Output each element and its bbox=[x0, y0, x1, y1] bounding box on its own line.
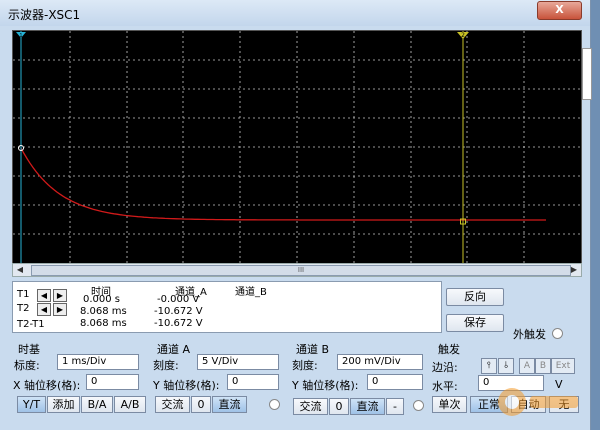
channel-b-scale-label: 刻度: bbox=[292, 359, 318, 372]
trigger-title: 触发 bbox=[438, 343, 460, 356]
channel-b-scale-field[interactable]: 200 mV/Div bbox=[337, 354, 423, 370]
channel-b-zero-button[interactable]: 0 bbox=[329, 398, 349, 415]
external-trigger-label: 外触发 bbox=[513, 328, 546, 341]
timebase-scale-field[interactable]: 1 ms/Div bbox=[57, 354, 139, 370]
t2-cursor-arrows: ◀ ▶ bbox=[37, 303, 67, 316]
scope-svg: 1 2 bbox=[13, 31, 581, 263]
scope-display: 1 2 bbox=[12, 30, 582, 264]
timebase-xpos-label: X 轴位移(格): bbox=[13, 379, 81, 392]
t2-time-value: 8.068 ms bbox=[80, 306, 127, 317]
t2-t1-ch-a-value: -10.672 V bbox=[154, 318, 203, 329]
channel-a-trace bbox=[20, 147, 546, 221]
channel-b-radio[interactable] bbox=[413, 400, 424, 411]
t1-left-arrow-icon[interactable]: ◀ bbox=[37, 289, 51, 302]
header-channel-b: 通道_B bbox=[235, 287, 267, 298]
ab-mode-button[interactable]: A/B bbox=[114, 396, 146, 413]
timebase-xpos-field[interactable]: 0 bbox=[86, 374, 139, 390]
trigger-source-a[interactable]: A bbox=[519, 358, 535, 374]
cursor-1-label: 1 bbox=[19, 33, 22, 39]
horizontal-scrollbar[interactable]: ◀ III ▶ bbox=[12, 263, 582, 277]
channel-a-zero-button[interactable]: 0 bbox=[191, 396, 211, 413]
trigger-level-label: 水平: bbox=[432, 380, 458, 393]
cursor-2-label: 2 bbox=[461, 32, 465, 39]
measurement-panel: 时间 通道_A 通道_B T1 ◀ ▶ 0.000 s -0.000 V T2 … bbox=[12, 281, 442, 333]
channel-a-scale-label: 刻度: bbox=[153, 359, 179, 372]
t2-ch-a-value: -10.672 V bbox=[154, 306, 203, 317]
save-button[interactable]: 保存 bbox=[446, 314, 504, 332]
t1-ch-a-value: -0.000 V bbox=[157, 294, 200, 305]
channel-b-title: 通道 B bbox=[296, 343, 330, 356]
channel-a-ypos-field[interactable]: 0 bbox=[227, 374, 279, 390]
close-button[interactable]: X bbox=[537, 1, 582, 20]
scroll-left-icon[interactable]: ◀ bbox=[14, 264, 26, 276]
channel-a-radio[interactable] bbox=[269, 399, 280, 410]
scroll-thumb[interactable]: III bbox=[31, 265, 571, 276]
yt-mode-button[interactable]: Y/T bbox=[17, 396, 46, 413]
side-panel-fragment bbox=[582, 48, 592, 100]
watermark-logo-icon bbox=[498, 388, 578, 416]
t1-time-value: 0.000 s bbox=[83, 294, 121, 305]
add-mode-button[interactable]: 添加 bbox=[47, 396, 80, 413]
timebase-title: 时基 bbox=[18, 343, 40, 356]
t1-cursor-arrows: ◀ ▶ bbox=[37, 289, 67, 302]
channel-a-ac-button[interactable]: 交流 bbox=[155, 396, 190, 413]
oscilloscope-window: 示波器-XSC1 X 1 2 ◀ III ▶ 时间 通道_A 通道_B T1 ◀… bbox=[0, 0, 592, 430]
ba-mode-button[interactable]: B/A bbox=[81, 396, 113, 413]
channel-a-title: 通道 A bbox=[157, 343, 191, 356]
falling-edge-icon[interactable]: ⫰ bbox=[498, 358, 514, 374]
channel-a-dc-button[interactable]: 直流 bbox=[212, 396, 247, 413]
channel-b-ac-button[interactable]: 交流 bbox=[293, 398, 328, 415]
scope-grid bbox=[13, 31, 581, 263]
single-mode-button[interactable]: 单次 bbox=[432, 396, 467, 413]
channel-b-dc-button[interactable]: 直流 bbox=[350, 398, 385, 415]
title-bar: 示波器-XSC1 X bbox=[0, 0, 590, 26]
rising-edge-icon[interactable]: ⫯ bbox=[481, 358, 497, 374]
t2-left-arrow-icon[interactable]: ◀ bbox=[37, 303, 51, 316]
window-title: 示波器-XSC1 bbox=[8, 8, 81, 22]
scroll-right-icon[interactable]: ▶ bbox=[568, 264, 580, 276]
trigger-source-b[interactable]: B bbox=[535, 358, 551, 374]
trigger-edge-label: 边沿: bbox=[432, 361, 458, 374]
timebase-scale-label: 标度: bbox=[14, 359, 40, 372]
t2-t1-time-value: 8.068 ms bbox=[80, 318, 127, 329]
channel-a-scale-field[interactable]: 5 V/Div bbox=[197, 354, 279, 370]
t2-right-arrow-icon[interactable]: ▶ bbox=[53, 303, 67, 316]
t1-right-arrow-icon[interactable]: ▶ bbox=[53, 289, 67, 302]
trigger-source-ext[interactable]: Ext bbox=[551, 358, 575, 374]
row-t2-label: T2 bbox=[17, 303, 30, 314]
channel-b-invert-button[interactable]: - bbox=[386, 398, 404, 415]
channel-b-ypos-field[interactable]: 0 bbox=[367, 374, 423, 390]
row-t2-t1-label: T2-T1 bbox=[17, 319, 45, 330]
channel-b-ypos-label: Y 轴位移(格): bbox=[292, 379, 359, 392]
cursor-1-marker[interactable]: 1 bbox=[16, 32, 26, 39]
channel-a-ypos-label: Y 轴位移(格): bbox=[153, 379, 220, 392]
row-t1-label: T1 bbox=[17, 289, 30, 300]
external-trigger-radio[interactable] bbox=[552, 328, 563, 339]
reverse-button[interactable]: 反向 bbox=[446, 288, 504, 306]
